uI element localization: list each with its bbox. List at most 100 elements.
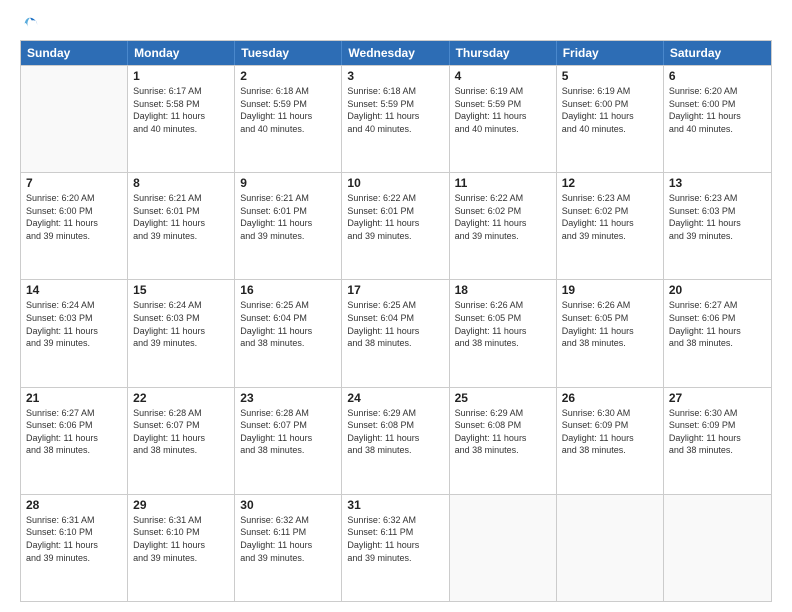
day-number: 17 <box>347 283 443 297</box>
calendar: SundayMondayTuesdayWednesdayThursdayFrid… <box>20 40 772 602</box>
calendar-cell: 28 Sunrise: 6:31 AM Sunset: 6:10 PM Dayli… <box>21 495 128 601</box>
day-info: Sunrise: 6:21 AM Sunset: 6:01 PM Dayligh… <box>240 192 336 242</box>
day-info: Sunrise: 6:23 AM Sunset: 6:02 PM Dayligh… <box>562 192 658 242</box>
calendar-cell: 17Sunrise: 6:25 AM Sunset: 6:04 PM Dayli… <box>342 280 449 386</box>
day-number: 2 <box>240 69 336 83</box>
calendar-cell <box>557 495 664 601</box>
calendar-row: 7 Sunrise: 6:20 AM Sunset: 6:00 PM Daylig… <box>21 172 771 279</box>
day-info: Sunrise: 6:20 AM Sunset: 6:00 PM Dayligh… <box>669 85 766 135</box>
day-info: Sunrise: 6:18 AM Sunset: 5:59 PM Dayligh… <box>240 85 336 135</box>
day-number: 11 <box>455 176 551 190</box>
calendar-cell <box>664 495 771 601</box>
calendar-cell: 30 Sunrise: 6:32 AM Sunset: 6:11 PM Dayli… <box>235 495 342 601</box>
calendar-cell: 22Sunrise: 6:28 AM Sunset: 6:07 PM Dayli… <box>128 388 235 494</box>
calendar-cell: 11Sunrise: 6:22 AM Sunset: 6:02 PM Dayli… <box>450 173 557 279</box>
day-number: 1 <box>133 69 229 83</box>
day-info: Sunrise: 6:29 AM Sunset: 6:08 PM Dayligh… <box>455 407 551 457</box>
day-info: Sunrise: 6:24 AM Sunset: 6:03 PM Dayligh… <box>133 299 229 349</box>
calendar-cell: 29 Sunrise: 6:31 AM Sunset: 6:10 PM Dayli… <box>128 495 235 601</box>
calendar-row: 14Sunrise: 6:24 AM Sunset: 6:03 PM Dayli… <box>21 279 771 386</box>
day-number: 13 <box>669 176 766 190</box>
day-number: 16 <box>240 283 336 297</box>
day-info: Sunrise: 6:24 AM Sunset: 6:03 PM Dayligh… <box>26 299 122 349</box>
day-info: Sunrise: 6:27 AM Sunset: 6:06 PM Dayligh… <box>669 299 766 349</box>
page: SundayMondayTuesdayWednesdayThursdayFrid… <box>0 0 792 612</box>
calendar-cell: 13 Sunrise: 6:23 AM Sunset: 6:03 PM Dayli… <box>664 173 771 279</box>
day-number: 22 <box>133 391 229 405</box>
day-number: 18 <box>455 283 551 297</box>
calendar-cell: 15 Sunrise: 6:24 AM Sunset: 6:03 PM Dayli… <box>128 280 235 386</box>
calendar-cell: 19 Sunrise: 6:26 AM Sunset: 6:05 PM Dayli… <box>557 280 664 386</box>
day-number: 21 <box>26 391 122 405</box>
calendar-cell: 6 Sunrise: 6:20 AM Sunset: 6:00 PM Daylig… <box>664 66 771 172</box>
day-info: Sunrise: 6:19 AM Sunset: 6:00 PM Dayligh… <box>562 85 658 135</box>
day-number: 31 <box>347 498 443 512</box>
day-info: Sunrise: 6:17 AM Sunset: 5:58 PM Dayligh… <box>133 85 229 135</box>
calendar-cell: 9Sunrise: 6:21 AM Sunset: 6:01 PM Daylig… <box>235 173 342 279</box>
calendar-header-cell: Monday <box>128 41 235 65</box>
calendar-cell: 21 Sunrise: 6:27 AM Sunset: 6:06 PM Dayli… <box>21 388 128 494</box>
day-info: Sunrise: 6:26 AM Sunset: 6:05 PM Dayligh… <box>562 299 658 349</box>
day-info: Sunrise: 6:18 AM Sunset: 5:59 PM Dayligh… <box>347 85 443 135</box>
calendar-header-cell: Sunday <box>21 41 128 65</box>
day-number: 30 <box>240 498 336 512</box>
header <box>20 16 772 34</box>
logo <box>20 16 39 34</box>
calendar-cell: 27Sunrise: 6:30 AM Sunset: 6:09 PM Dayli… <box>664 388 771 494</box>
day-info: Sunrise: 6:22 AM Sunset: 6:01 PM Dayligh… <box>347 192 443 242</box>
day-number: 19 <box>562 283 658 297</box>
calendar-cell: 18 Sunrise: 6:26 AM Sunset: 6:05 PM Dayli… <box>450 280 557 386</box>
day-info: Sunrise: 6:28 AM Sunset: 6:07 PM Dayligh… <box>240 407 336 457</box>
calendar-cell: 14Sunrise: 6:24 AM Sunset: 6:03 PM Dayli… <box>21 280 128 386</box>
day-number: 8 <box>133 176 229 190</box>
day-number: 6 <box>669 69 766 83</box>
day-number: 20 <box>669 283 766 297</box>
day-number: 15 <box>133 283 229 297</box>
day-info: Sunrise: 6:30 AM Sunset: 6:09 PM Dayligh… <box>562 407 658 457</box>
calendar-body: 1 Sunrise: 6:17 AM Sunset: 5:58 PM Daylig… <box>21 65 771 601</box>
calendar-header: SundayMondayTuesdayWednesdayThursdayFrid… <box>21 41 771 65</box>
calendar-cell: 10 Sunrise: 6:22 AM Sunset: 6:01 PM Dayli… <box>342 173 449 279</box>
calendar-cell: 4Sunrise: 6:19 AM Sunset: 5:59 PM Daylig… <box>450 66 557 172</box>
calendar-cell: 1 Sunrise: 6:17 AM Sunset: 5:58 PM Daylig… <box>128 66 235 172</box>
day-number: 27 <box>669 391 766 405</box>
calendar-header-cell: Wednesday <box>342 41 449 65</box>
calendar-cell: 26Sunrise: 6:30 AM Sunset: 6:09 PM Dayli… <box>557 388 664 494</box>
day-info: Sunrise: 6:32 AM Sunset: 6:11 PM Dayligh… <box>240 514 336 564</box>
day-number: 24 <box>347 391 443 405</box>
calendar-cell: 16Sunrise: 6:25 AM Sunset: 6:04 PM Dayli… <box>235 280 342 386</box>
calendar-header-cell: Friday <box>557 41 664 65</box>
calendar-row: 1 Sunrise: 6:17 AM Sunset: 5:58 PM Daylig… <box>21 65 771 172</box>
logo-icon <box>21 16 39 34</box>
day-number: 10 <box>347 176 443 190</box>
day-number: 7 <box>26 176 122 190</box>
day-info: Sunrise: 6:21 AM Sunset: 6:01 PM Dayligh… <box>133 192 229 242</box>
day-info: Sunrise: 6:31 AM Sunset: 6:10 PM Dayligh… <box>133 514 229 564</box>
calendar-row: 28 Sunrise: 6:31 AM Sunset: 6:10 PM Dayli… <box>21 494 771 601</box>
day-info: Sunrise: 6:26 AM Sunset: 6:05 PM Dayligh… <box>455 299 551 349</box>
calendar-cell: 5 Sunrise: 6:19 AM Sunset: 6:00 PM Daylig… <box>557 66 664 172</box>
calendar-cell: 8 Sunrise: 6:21 AM Sunset: 6:01 PM Daylig… <box>128 173 235 279</box>
calendar-cell <box>450 495 557 601</box>
calendar-cell: 7 Sunrise: 6:20 AM Sunset: 6:00 PM Daylig… <box>21 173 128 279</box>
day-info: Sunrise: 6:23 AM Sunset: 6:03 PM Dayligh… <box>669 192 766 242</box>
day-number: 28 <box>26 498 122 512</box>
day-number: 3 <box>347 69 443 83</box>
calendar-cell: 12 Sunrise: 6:23 AM Sunset: 6:02 PM Dayli… <box>557 173 664 279</box>
day-number: 12 <box>562 176 658 190</box>
calendar-header-cell: Thursday <box>450 41 557 65</box>
calendar-cell: 20 Sunrise: 6:27 AM Sunset: 6:06 PM Dayli… <box>664 280 771 386</box>
day-number: 5 <box>562 69 658 83</box>
day-number: 29 <box>133 498 229 512</box>
day-info: Sunrise: 6:32 AM Sunset: 6:11 PM Dayligh… <box>347 514 443 564</box>
day-info: Sunrise: 6:31 AM Sunset: 6:10 PM Dayligh… <box>26 514 122 564</box>
calendar-cell: 2 Sunrise: 6:18 AM Sunset: 5:59 PM Daylig… <box>235 66 342 172</box>
day-info: Sunrise: 6:27 AM Sunset: 6:06 PM Dayligh… <box>26 407 122 457</box>
calendar-header-cell: Saturday <box>664 41 771 65</box>
calendar-cell: 24 Sunrise: 6:29 AM Sunset: 6:08 PM Dayli… <box>342 388 449 494</box>
calendar-cell: 31 Sunrise: 6:32 AM Sunset: 6:11 PM Dayli… <box>342 495 449 601</box>
calendar-cell: 23Sunrise: 6:28 AM Sunset: 6:07 PM Dayli… <box>235 388 342 494</box>
day-info: Sunrise: 6:20 AM Sunset: 6:00 PM Dayligh… <box>26 192 122 242</box>
day-info: Sunrise: 6:29 AM Sunset: 6:08 PM Dayligh… <box>347 407 443 457</box>
day-number: 4 <box>455 69 551 83</box>
